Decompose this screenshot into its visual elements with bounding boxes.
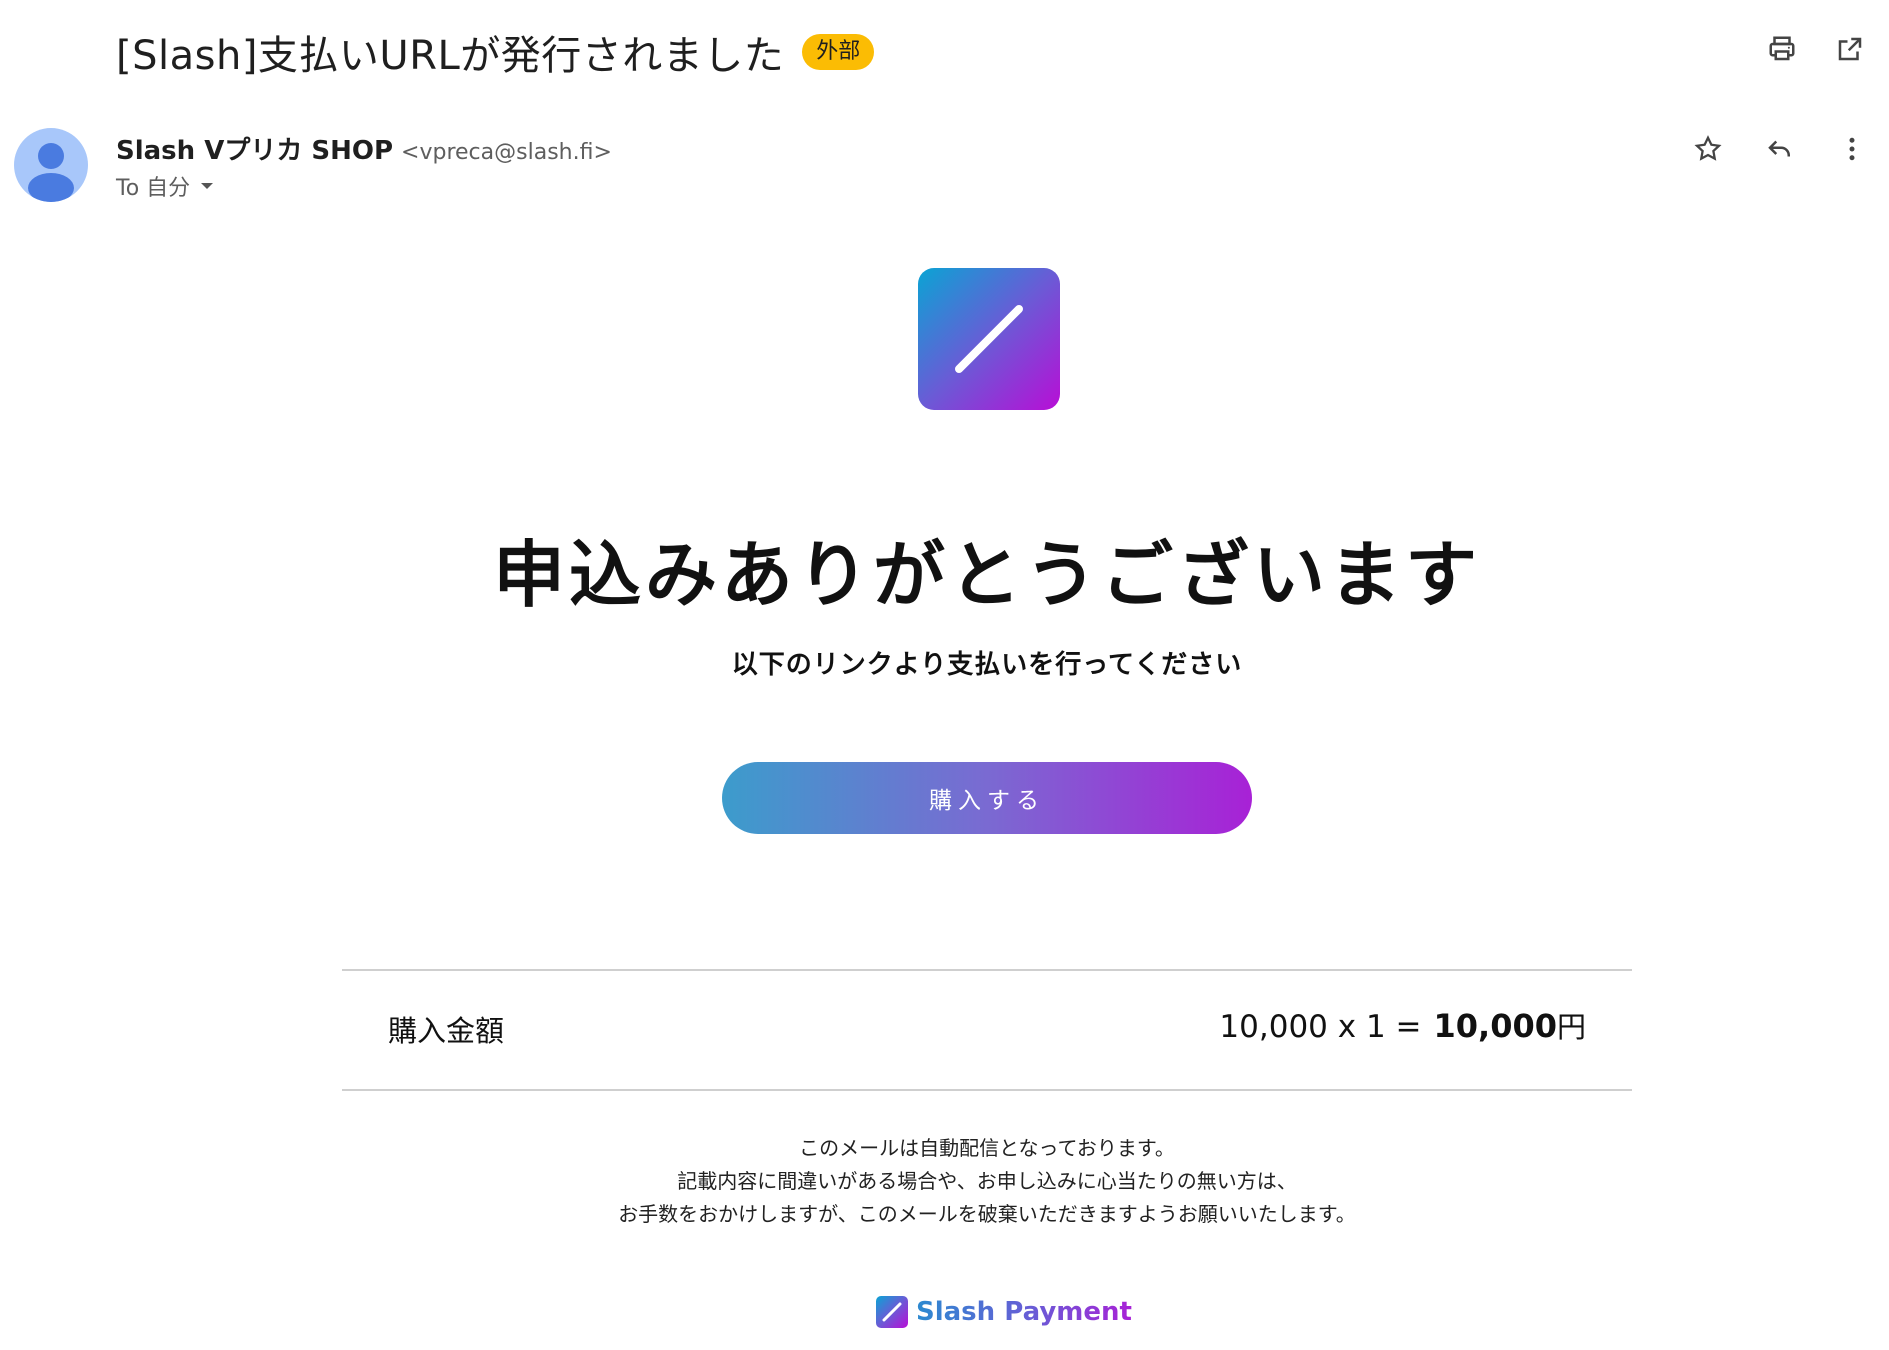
amount-formula: 10,000 x 1 = [1219,1009,1422,1045]
star-button[interactable] [1691,132,1725,166]
divider-bottom [342,1089,1632,1091]
amount-value: 10,000 x 1 = 10,000 円 [1219,1004,1586,1046]
footer-brand: Slash Payment [876,1296,1132,1328]
open-in-new-window-icon [1838,37,1862,61]
recipient-toggle[interactable]: To 自分 [116,170,214,202]
notice-line: このメールは自動配信となっております。 [799,1136,1175,1160]
purchase-button[interactable]: 購入する [722,762,1252,834]
star-icon [1694,135,1722,161]
email-view: [Slash]支払いURLが発行されました 外部 Slash Vプリカ SHOP… [0,0,1889,1350]
external-badge[interactable]: 外部 [802,34,875,70]
recipient-label: To 自分 [116,176,191,201]
amount-currency: 円 [1556,1010,1586,1044]
amount-total: 10,000 [1433,1007,1557,1045]
amount-label: 購入金額 [388,1014,505,1048]
slash-mark-icon [955,305,1023,373]
notice-text: このメールは自動配信となっております。 記載内容に間違いがある場合や、お申し込み… [0,1132,1889,1231]
brand-name: Slash Payment [916,1297,1132,1327]
open-new-window-button[interactable] [1833,32,1867,66]
more-options-button[interactable] [1835,132,1869,166]
sender-name[interactable]: Slash Vプリカ SHOP [116,130,393,167]
headline: 申込みありがとうございます [492,533,1481,617]
slash-logo [918,268,1060,410]
divider-top [342,969,1632,971]
person-icon [28,143,74,202]
sender-row: Slash Vプリカ SHOP <vpreca@slash.fi> [116,130,612,167]
print-button[interactable] [1765,32,1799,66]
notice-line: 記載内容に間違いがある場合や、お申し込みに心当たりの無い方は、 [677,1169,1297,1193]
top-toolbar [1765,32,1867,66]
reply-icon [1768,140,1790,157]
notice-line: お手数をおかけしますが、このメールを破棄いただきますようお願いいたします。 [618,1202,1356,1226]
message-actions [1691,132,1869,166]
more-vert-icon [1849,137,1855,161]
instruction-text: 以下のリンクより支払いを行ってください [731,650,1243,680]
print-icon [1769,36,1795,61]
subject-row: [Slash]支払いURLが発行されました 外部 [116,26,875,79]
reply-button[interactable] [1763,132,1797,166]
brand-logo-icon [876,1296,908,1328]
sender-email: <vpreca@slash.fi> [401,140,612,165]
email-subject: [Slash]支払いURLが発行されました [116,33,785,79]
caret-down-icon [201,183,214,189]
avatar[interactable] [14,128,88,202]
